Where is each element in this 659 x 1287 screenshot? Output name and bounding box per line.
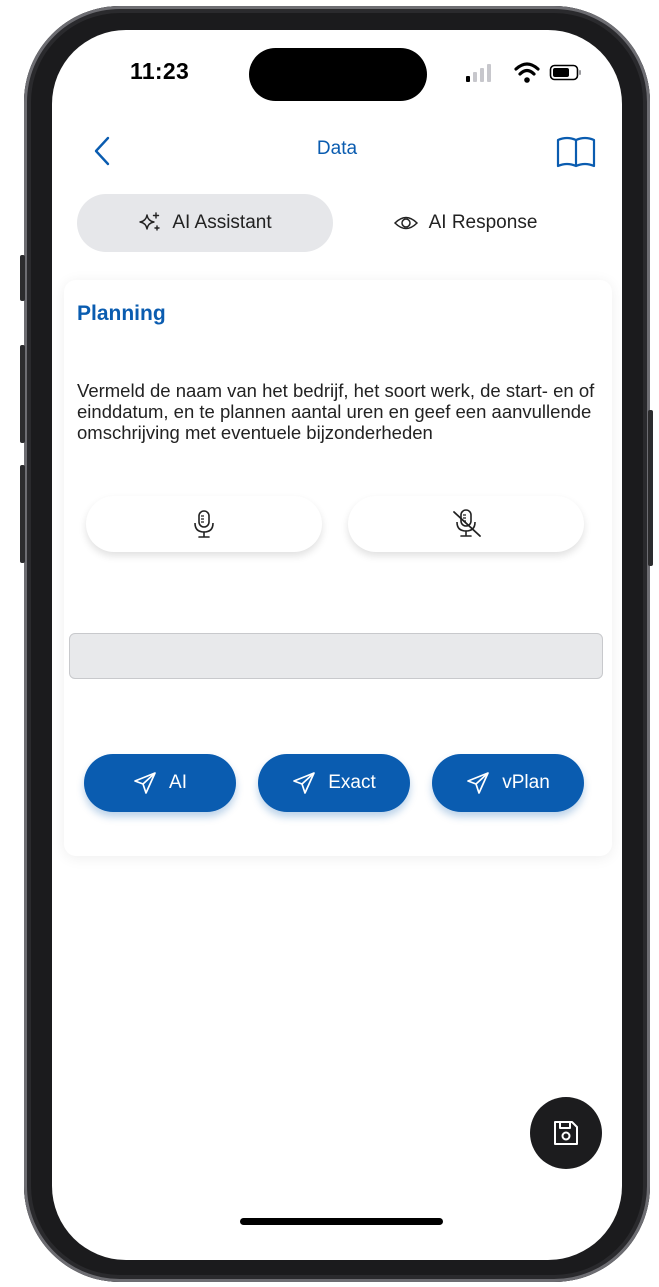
send-vplan-button[interactable]: vPlan (432, 754, 584, 812)
page-title: Data (316, 138, 358, 159)
send-exact-label: Exact (328, 772, 376, 793)
send-icon (467, 772, 490, 794)
start-recording-button[interactable] (86, 496, 322, 552)
tab-ai-response-label: AI Response (428, 212, 538, 233)
eye-icon (393, 216, 418, 230)
send-exact-button[interactable]: Exact (258, 754, 410, 812)
tab-ai-assistant[interactable]: AI Assistant (77, 194, 333, 252)
tab-ai-response[interactable]: AI Response (337, 194, 593, 252)
wifi-icon (514, 62, 540, 83)
stop-recording-button[interactable] (348, 496, 584, 552)
planning-card: Planning Vermeld de naam van het bedrijf… (64, 280, 612, 856)
prompt-input[interactable] (69, 633, 603, 679)
home-indicator (240, 1218, 443, 1225)
silent-switch (20, 255, 25, 301)
send-vplan-label: vPlan (502, 772, 550, 793)
save-button[interactable] (530, 1097, 602, 1169)
microphone-icon (194, 510, 214, 538)
status-time: 11:23 (130, 58, 190, 84)
volume-down-button (20, 465, 25, 563)
send-ai-button[interactable]: AI (84, 754, 236, 812)
save-icon (554, 1121, 578, 1145)
tab-ai-assistant-label: AI Assistant (172, 212, 272, 233)
book-open-icon (556, 136, 596, 168)
battery-icon (549, 64, 581, 81)
guide-button[interactable] (552, 131, 600, 171)
app-screen: 11:23 Data AI Assistant AI Response Plan… (52, 30, 622, 1260)
sparkles-icon (139, 212, 161, 231)
power-button (648, 410, 653, 566)
card-title: Planning (77, 302, 166, 325)
status-icons (466, 62, 581, 83)
send-ai-label: AI (169, 772, 187, 793)
card-description: Vermeld de naam van het bedrijf, het soo… (77, 380, 595, 443)
send-icon (293, 772, 316, 794)
microphone-off-icon (453, 509, 481, 537)
send-icon (134, 772, 156, 794)
cellular-signal-icon (466, 64, 491, 82)
volume-up-button (20, 345, 25, 443)
dynamic-island (249, 48, 427, 101)
